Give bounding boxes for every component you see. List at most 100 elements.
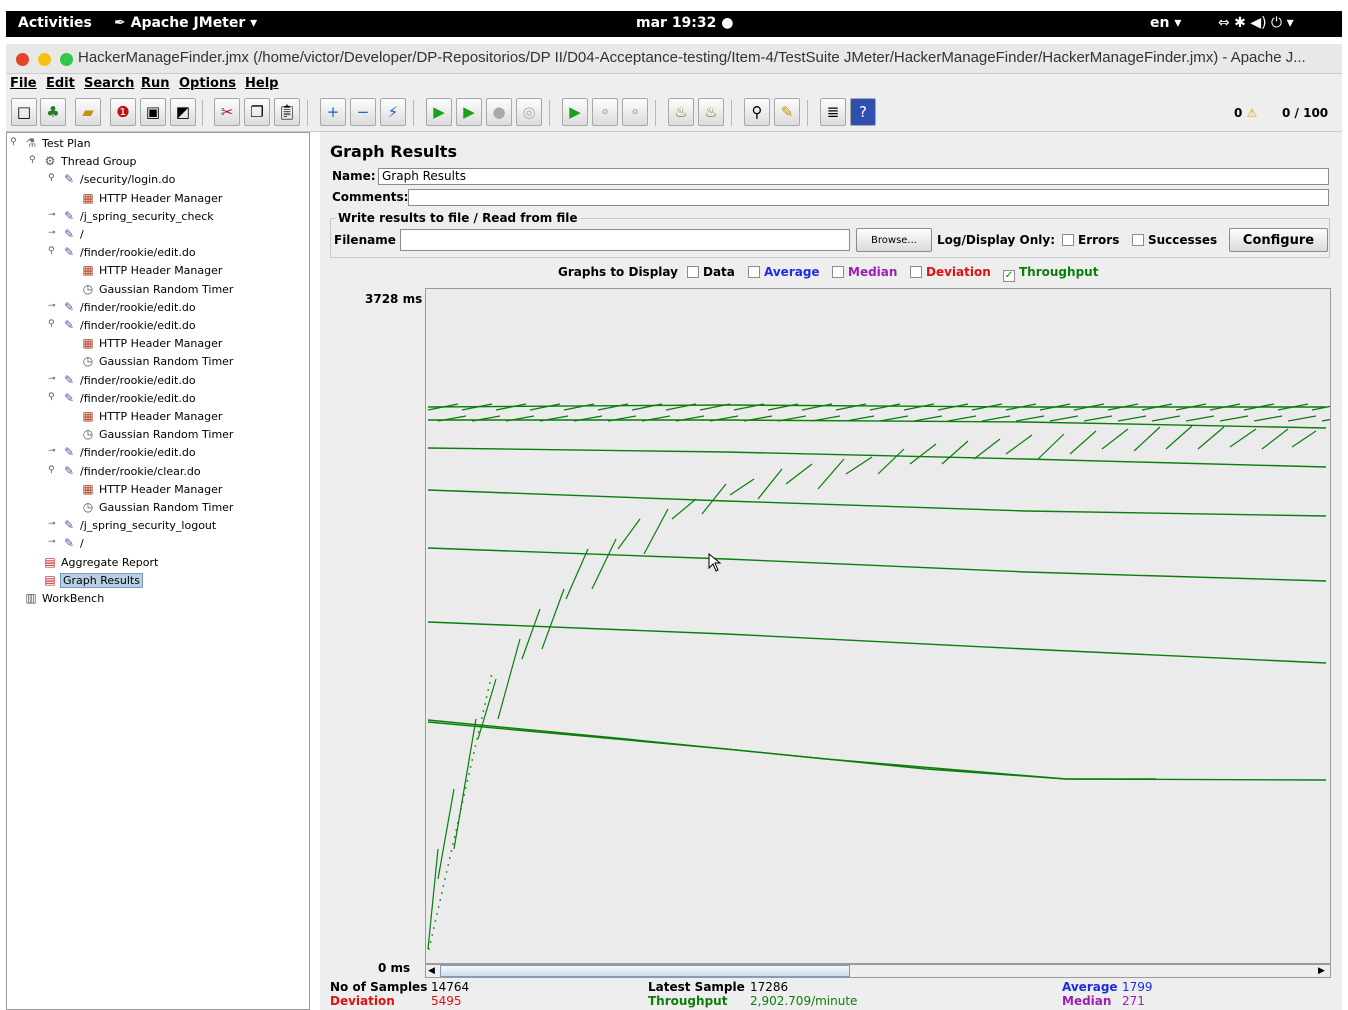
scroll-right-arrow-icon[interactable]: ▶ bbox=[1318, 966, 1328, 976]
test-plan-tree[interactable]: ⚲ ⚗ Test Plan ⚲ ⚙ Thread Group ⚲ ✎ /security/log… bbox=[6, 132, 310, 1010]
menu-edit[interactable]: Edit bbox=[46, 76, 75, 91]
tree-item[interactable]: ✎ /finder/rookie/edit.do bbox=[61, 244, 196, 261]
tree-item[interactable]: ⚗ Test Plan bbox=[23, 135, 91, 152]
open-recent-icon[interactable]: ❶ bbox=[110, 98, 136, 126]
average-toggle[interactable]: Average bbox=[748, 265, 820, 279]
expand-all-icon[interactable]: + bbox=[320, 98, 346, 126]
tree-item[interactable]: ✎ /finder/rookie/edit.do bbox=[61, 299, 196, 316]
close-window-button[interactable] bbox=[16, 53, 29, 66]
tree-item[interactable]: ▦ HTTP Header Manager bbox=[80, 408, 222, 425]
deviation-toggle[interactable]: Deviation bbox=[910, 265, 991, 279]
tree-expander-icon[interactable]: ⚲ bbox=[48, 173, 55, 183]
tree-item[interactable]: ▦ HTTP Header Manager bbox=[80, 190, 222, 207]
configure-button[interactable]: Configure bbox=[1229, 228, 1328, 252]
tree-item[interactable]: ✎ / bbox=[61, 535, 84, 552]
stop-icon[interactable]: ● bbox=[486, 98, 512, 126]
error-count[interactable]: 0 ⚠ bbox=[1234, 106, 1257, 120]
tree-item[interactable]: ✎ /finder/rookie/edit.do bbox=[61, 390, 196, 407]
data-toggle[interactable]: Data bbox=[687, 265, 735, 279]
clock[interactable]: mar 19:32 ● bbox=[636, 15, 733, 31]
menu-search[interactable]: Search bbox=[84, 76, 134, 91]
tree-item[interactable]: ✎ /j_spring_security_check bbox=[61, 208, 214, 225]
tree-expander-icon[interactable]: ⊸ bbox=[48, 374, 56, 384]
remote-start-all-icon[interactable]: ▶ bbox=[562, 98, 588, 126]
tree-expander-icon[interactable]: ⊸ bbox=[48, 301, 56, 311]
paste-icon[interactable]: 📋︎ bbox=[274, 98, 300, 126]
graph-horizontal-scrollbar[interactable]: ◀ ▶ bbox=[425, 964, 1331, 978]
tree-expander-icon[interactable]: ⊸ bbox=[48, 228, 56, 238]
save-as-icon[interactable]: ◩ bbox=[170, 98, 196, 126]
copy-icon[interactable]: ❐ bbox=[244, 98, 270, 126]
tree-item[interactable]: ▥ WorkBench bbox=[23, 590, 104, 607]
throughput-point bbox=[463, 794, 466, 796]
clear-icon[interactable]: ♨ bbox=[668, 98, 694, 126]
tree-item[interactable]: ▦ HTTP Header Manager bbox=[80, 481, 222, 498]
function-helper-icon[interactable]: ≣ bbox=[820, 98, 846, 126]
tree-item-label: /security/login.do bbox=[80, 173, 176, 187]
tree-expander-icon[interactable]: ⚲ bbox=[48, 246, 55, 256]
filename-input[interactable] bbox=[400, 229, 850, 251]
tree-expander-icon[interactable]: ⊸ bbox=[48, 210, 56, 220]
language-indicator[interactable]: en ▾ bbox=[1150, 15, 1181, 31]
tree-item[interactable]: ✎ / bbox=[61, 226, 84, 243]
help-icon[interactable]: ? bbox=[850, 98, 876, 126]
tree-item[interactable]: ✎ /j_spring_security_logout bbox=[61, 517, 216, 534]
shutdown-icon[interactable]: ◎ bbox=[516, 98, 542, 126]
tree-item[interactable]: ▤ Graph Results bbox=[42, 572, 143, 589]
header-manager-icon: ▦ bbox=[82, 481, 94, 496]
minimize-window-button[interactable] bbox=[38, 53, 51, 66]
tree-item[interactable]: ▦ HTTP Header Manager bbox=[80, 335, 222, 352]
clear-all-icon[interactable]: ♨ bbox=[698, 98, 724, 126]
remote-shutdown-all-icon[interactable]: ⚬ bbox=[622, 98, 648, 126]
browse-button[interactable]: Browse... bbox=[856, 228, 932, 252]
tree-item[interactable]: ✎ /finder/rookie/edit.do bbox=[61, 444, 196, 461]
tree-item[interactable]: ⚙ Thread Group bbox=[42, 153, 137, 170]
app-menu-button[interactable]: ✒ Apache JMeter ▾ bbox=[114, 15, 257, 31]
scroll-left-arrow-icon[interactable]: ◀ bbox=[428, 966, 438, 976]
tree-item[interactable]: ✎ /security/login.do bbox=[61, 171, 175, 188]
median-toggle[interactable]: Median bbox=[832, 265, 897, 279]
tree-expander-icon[interactable]: ⚲ bbox=[48, 392, 55, 402]
scrollbar-thumb[interactable] bbox=[440, 965, 850, 977]
errors-checkbox[interactable]: Errors bbox=[1062, 233, 1119, 247]
templates-icon[interactable]: ♣ bbox=[40, 98, 66, 126]
tree-expander-icon[interactable]: ⊸ bbox=[48, 446, 56, 456]
comments-input[interactable] bbox=[408, 189, 1329, 206]
open-icon[interactable]: ▰ bbox=[75, 98, 101, 126]
tree-expander-icon[interactable]: ⚲ bbox=[29, 155, 36, 165]
search-icon[interactable]: ⚲ bbox=[744, 98, 770, 126]
tree-item[interactable]: ▦ HTTP Header Manager bbox=[80, 262, 222, 279]
start-icon[interactable]: ▶ bbox=[426, 98, 452, 126]
name-input[interactable]: Graph Results bbox=[378, 168, 1329, 185]
tree-expander-icon[interactable]: ⚲ bbox=[48, 465, 55, 475]
menu-options[interactable]: Options bbox=[179, 76, 236, 91]
cut-icon[interactable]: ✂ bbox=[214, 98, 240, 126]
tree-item[interactable]: ✎ /finder/rookie/clear.do bbox=[61, 463, 201, 480]
tree-expander-icon[interactable]: ⚲ bbox=[48, 319, 55, 329]
menu-run[interactable]: Run bbox=[141, 76, 170, 91]
toggle-icon[interactable]: ⚡ bbox=[380, 98, 406, 126]
tree-item[interactable]: ◷ Gaussian Random Timer bbox=[80, 281, 234, 298]
system-tray-icons[interactable]: ⇔ ✱ ◀) ⏻ ▾ bbox=[1218, 15, 1294, 31]
tree-item[interactable]: ◷ Gaussian Random Timer bbox=[80, 353, 234, 370]
reset-search-icon[interactable]: ✎ bbox=[774, 98, 800, 126]
throughput-toggle[interactable]: ✓ Throughput bbox=[1003, 265, 1098, 282]
save-icon[interactable]: ▣ bbox=[140, 98, 166, 126]
tree-expander-icon[interactable]: ⊸ bbox=[48, 519, 56, 529]
menu-help[interactable]: Help bbox=[245, 76, 278, 91]
maximize-window-button[interactable] bbox=[60, 53, 73, 66]
tree-expander-icon[interactable]: ⊸ bbox=[48, 537, 56, 547]
tree-item[interactable]: ◷ Gaussian Random Timer bbox=[80, 499, 234, 516]
activities-button[interactable]: Activities bbox=[18, 15, 92, 31]
tree-item[interactable]: ◷ Gaussian Random Timer bbox=[80, 426, 234, 443]
successes-checkbox[interactable]: Successes bbox=[1132, 233, 1217, 247]
start-no-pauses-icon[interactable]: ▶ bbox=[456, 98, 482, 126]
tree-item[interactable]: ▤ Aggregate Report bbox=[42, 554, 158, 571]
menu-file[interactable]: File bbox=[10, 76, 37, 91]
tree-expander-icon[interactable]: ⚲ bbox=[10, 137, 17, 147]
collapse-all-icon[interactable]: − bbox=[350, 98, 376, 126]
tree-item[interactable]: ✎ /finder/rookie/edit.do bbox=[61, 317, 196, 334]
remote-stop-all-icon[interactable]: ⚬ bbox=[592, 98, 618, 126]
tree-item[interactable]: ✎ /finder/rookie/edit.do bbox=[61, 372, 196, 389]
new-icon[interactable]: □ bbox=[11, 98, 37, 126]
